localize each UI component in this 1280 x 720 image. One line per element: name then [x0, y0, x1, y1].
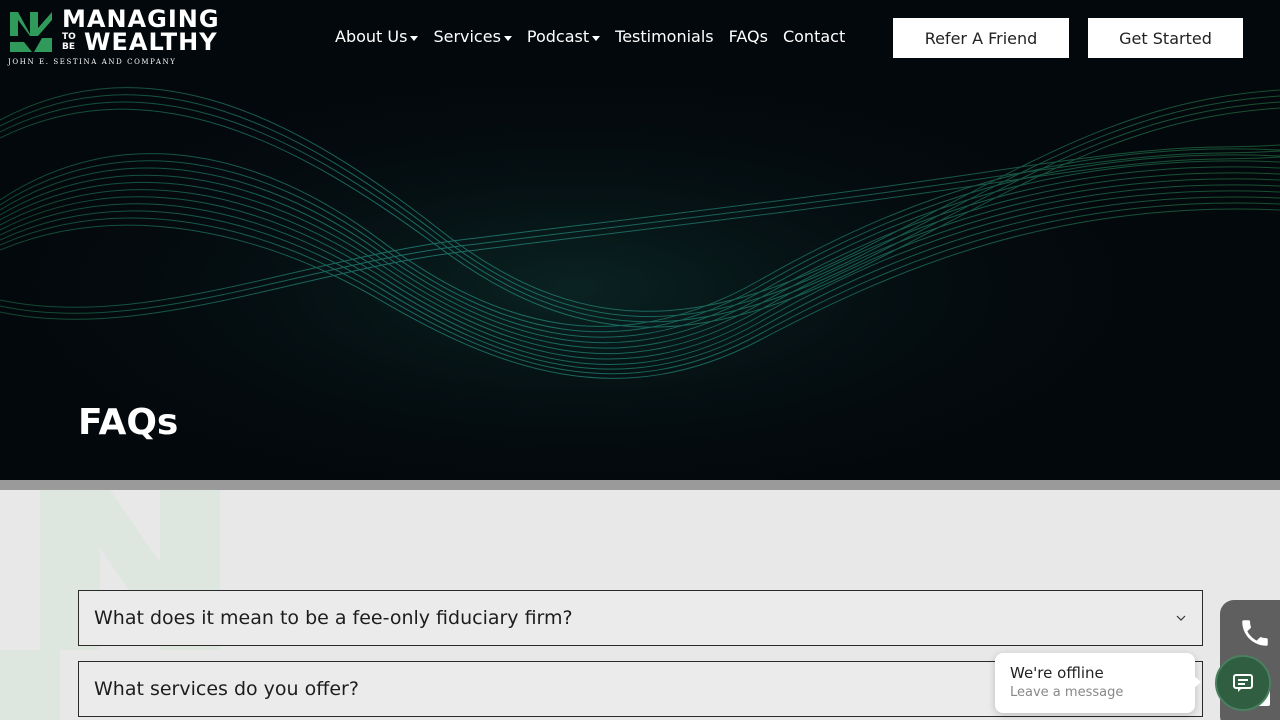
hero-wave-graphic — [0, 0, 1280, 480]
main-nav: About Us Services Podcast Testimonials F… — [335, 26, 860, 48]
chat-icon — [1233, 674, 1253, 692]
logo-text-be: BE — [62, 42, 76, 52]
refer-a-friend-button[interactable]: Refer A Friend — [893, 18, 1069, 58]
logo-mark-icon — [10, 12, 52, 52]
site-logo[interactable]: MANAGING TO BE WEALTHY JOHN E. SESTINA A… — [8, 6, 230, 70]
nav-label: Services — [433, 27, 501, 46]
hero-banner: MANAGING TO BE WEALTHY JOHN E. SESTINA A… — [0, 0, 1280, 480]
section-divider — [0, 480, 1280, 490]
chat-status-title: We're offline — [1010, 664, 1104, 682]
nav-podcast[interactable]: Podcast — [526, 26, 601, 48]
logo-text-to: TO — [62, 32, 76, 42]
chat-launcher-button[interactable] — [1215, 655, 1271, 711]
caret-down-icon — [410, 35, 419, 41]
page-title: FAQs — [78, 402, 179, 443]
chat-status-subtitle: Leave a message — [1010, 685, 1124, 700]
nav-testimonials[interactable]: Testimonials — [615, 26, 714, 48]
nav-label: About Us — [335, 27, 408, 46]
caret-down-icon — [503, 35, 512, 41]
nav-label: Testimonials — [615, 27, 714, 46]
nav-contact[interactable]: Contact — [783, 26, 845, 48]
logo-text-wealthy: WEALTHY — [84, 28, 218, 56]
faq-question: What does it mean to be a fee-only fiduc… — [94, 607, 573, 629]
nav-about-us[interactable]: About Us — [335, 26, 419, 48]
nav-services[interactable]: Services — [433, 26, 512, 48]
chevron-down-icon — [1176, 615, 1186, 621]
nav-label: FAQs — [728, 27, 768, 46]
faq-item-fee-only[interactable]: What does it mean to be a fee-only fiduc… — [78, 590, 1203, 646]
chat-offline-bubble[interactable]: We're offline Leave a message — [995, 653, 1195, 713]
chat-bubble-tail — [1193, 675, 1201, 689]
nav-faqs[interactable]: FAQs — [729, 26, 768, 48]
phone-icon[interactable] — [1238, 616, 1272, 650]
nav-label: Podcast — [526, 27, 590, 46]
get-started-button[interactable]: Get Started — [1088, 18, 1243, 58]
logo-tagline: JOHN E. SESTINA AND COMPANY — [8, 58, 177, 66]
caret-down-icon — [592, 35, 601, 41]
faq-question: What services do you offer? — [94, 678, 359, 700]
nav-label: Contact — [782, 27, 846, 46]
logo-text-to-be: TO BE — [62, 32, 76, 52]
